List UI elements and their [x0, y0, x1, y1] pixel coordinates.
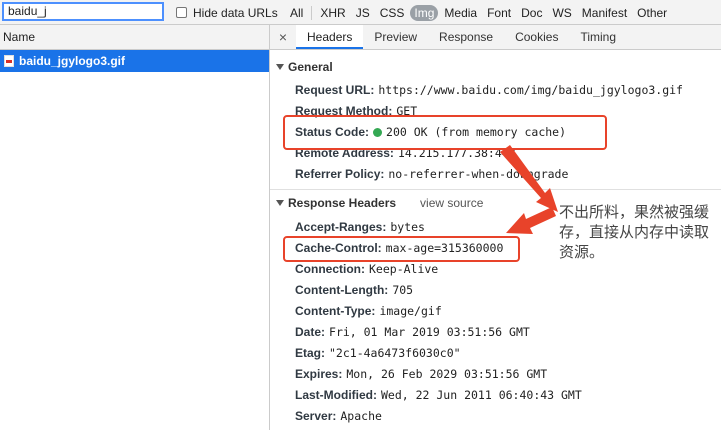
header-row: Referrer Policy: no-referrer-when-downgra… — [295, 167, 568, 181]
header-value: Apache — [340, 409, 382, 423]
header-key: Referrer Policy: — [295, 167, 385, 181]
header-row: Date: Fri, 01 Mar 2019 03:51:56 GMT — [295, 325, 530, 339]
header-row: Content-Length: 705 — [295, 283, 413, 297]
header-value: Wed, 22 Jun 2011 06:40:43 GMT — [381, 388, 582, 402]
header-row: Connection: Keep-Alive — [295, 262, 438, 276]
filter-css[interactable]: CSS — [376, 5, 409, 21]
header-key: Server: — [295, 409, 337, 423]
header-value: bytes — [390, 220, 425, 234]
response-headers-toggle[interactable]: Response Headers view source — [276, 196, 483, 210]
hide-data-urls-label: Hide data URLs — [193, 5, 278, 20]
tab-cookies[interactable]: Cookies — [504, 25, 569, 49]
header-row: Server: Apache — [295, 409, 382, 423]
filter-doc[interactable]: Doc — [517, 5, 546, 21]
filter-manifest[interactable]: Manifest — [578, 5, 631, 21]
header-value: Mon, 26 Feb 2029 03:51:56 GMT — [346, 367, 548, 381]
request-list: Name baidu_jgylogo3.gif — [0, 25, 270, 430]
filter-ws[interactable]: WS — [548, 5, 575, 21]
filter-input[interactable]: baidu_j — [2, 2, 164, 21]
filter-all[interactable]: All — [286, 5, 307, 21]
tab-headers[interactable]: Headers — [296, 25, 364, 49]
response-headers-title: Response Headers — [288, 196, 397, 210]
header-key: Content-Length: — [295, 283, 389, 297]
header-key: Connection: — [295, 262, 365, 276]
header-value: https://www.baidu.com/img/baidu_jgylogo3… — [378, 83, 683, 97]
filter-xhr[interactable]: XHR — [316, 5, 349, 21]
filter-media[interactable]: Media — [440, 5, 481, 21]
expand-triangle-icon — [276, 64, 284, 70]
header-row: Last-Modified: Wed, 22 Jun 2011 06:40:43 … — [295, 388, 582, 402]
header-row: Content-Type: image/gif — [295, 304, 442, 318]
image-file-icon — [4, 55, 14, 67]
close-icon[interactable]: × — [270, 25, 296, 49]
header-value: 705 — [392, 283, 414, 297]
request-row[interactable]: baidu_jgylogo3.gif — [0, 50, 269, 72]
header-key: Date: — [295, 325, 326, 339]
name-column-header[interactable]: Name — [0, 25, 269, 50]
status-code-highlight-box — [283, 115, 607, 150]
header-key: Request URL: — [295, 83, 375, 97]
tab-preview[interactable]: Preview — [363, 25, 428, 49]
section-divider — [270, 189, 721, 190]
filter-font[interactable]: Font — [483, 5, 515, 21]
header-key: Accept-Ranges: — [295, 220, 387, 234]
header-value: "2c1-4a6473f6030c0" — [329, 346, 461, 360]
header-row: Request URL: https://www.baidu.com/img/ba… — [295, 83, 683, 97]
general-section-title: General — [288, 60, 333, 74]
header-key: Expires: — [295, 367, 343, 381]
hide-data-urls-toggle[interactable]: Hide data URLs — [176, 5, 278, 20]
annotation-note: 不出所料，果然被强缓存，直接从内存中读取资源。 — [559, 202, 711, 262]
expand-triangle-icon — [276, 200, 284, 206]
header-value: image/gif — [379, 304, 442, 318]
filter-js[interactable]: JS — [352, 5, 374, 21]
header-key: Content-Type: — [295, 304, 376, 318]
network-filter-bar: baidu_j Hide data URLs All XHR JS CSS Im… — [0, 0, 721, 25]
tab-response[interactable]: Response — [428, 25, 504, 49]
resource-type-filters: All XHR JS CSS Img Media Font Doc WS Man… — [286, 4, 673, 21]
header-value: Keep-Alive — [369, 262, 439, 276]
header-row: Etag: "2c1-4a6473f6030c0" — [295, 346, 461, 360]
filter-other[interactable]: Other — [633, 5, 671, 21]
header-row: Accept-Ranges: bytes — [295, 220, 425, 234]
header-key: Etag: — [295, 346, 325, 360]
header-key: Last-Modified: — [295, 388, 377, 402]
hide-data-urls-checkbox[interactable] — [176, 7, 187, 18]
tab-timing[interactable]: Timing — [569, 25, 627, 49]
details-tabs: × Headers Preview Response Cookies Timin… — [270, 25, 721, 50]
filter-divider — [311, 5, 313, 20]
general-section-toggle[interactable]: General — [276, 60, 333, 74]
view-source-link[interactable]: view source — [420, 196, 483, 210]
header-value: Fri, 01 Mar 2019 03:51:56 GMT — [329, 325, 530, 339]
filter-img[interactable]: Img — [410, 4, 439, 21]
cache-control-highlight-box — [283, 236, 520, 262]
header-row: Expires: Mon, 26 Feb 2029 03:51:56 GMT — [295, 367, 547, 381]
request-name: baidu_jgylogo3.gif — [19, 54, 126, 68]
header-value: no-referrer-when-downgrade — [388, 167, 569, 181]
